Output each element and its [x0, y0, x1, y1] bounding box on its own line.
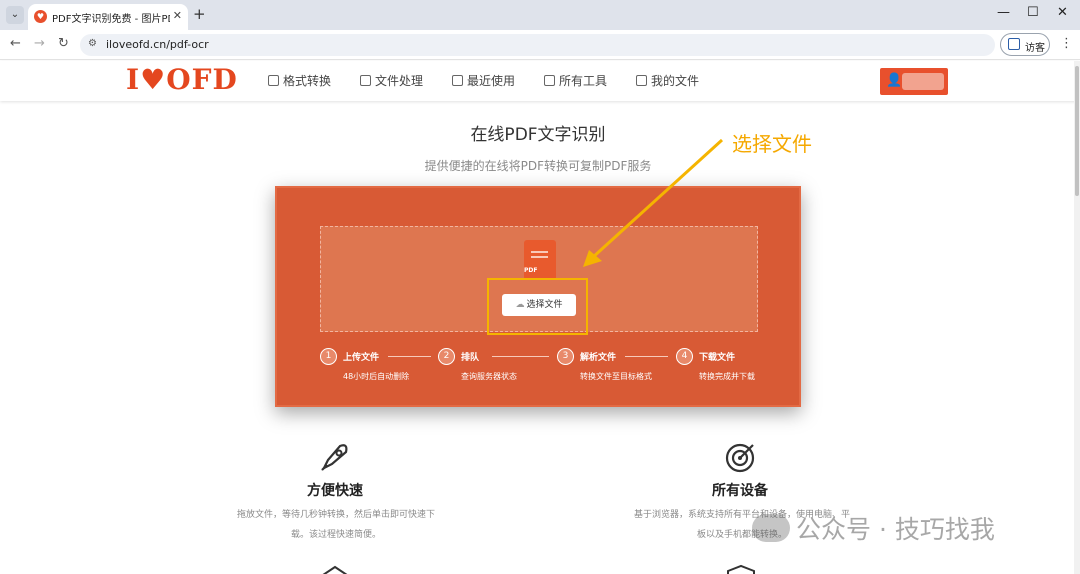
- target-icon: [724, 440, 758, 482]
- file-process-icon: [360, 75, 371, 86]
- site-logo[interactable]: I♥OFD: [126, 63, 238, 96]
- annotation-label: 选择文件: [732, 132, 812, 156]
- close-window-icon[interactable]: ✕: [1057, 5, 1068, 20]
- browser-tab[interactable]: ♥ PDF文字识别免费 - 图片PDF转 ✕: [28, 4, 188, 30]
- format-convert-icon: [268, 75, 279, 86]
- url-text[interactable]: iloveofd.cn/pdf-ocr: [106, 38, 209, 51]
- recent-icon: [452, 75, 463, 86]
- annotation-highlight-box: [487, 278, 588, 335]
- feature-icon-partial-left: [318, 562, 352, 574]
- step-parse: 3 解析文件 转换文件至目标格式: [557, 348, 677, 388]
- watermark: 公众号 · 技巧找我: [752, 510, 995, 546]
- rocket-icon: [318, 440, 352, 482]
- tab-title: PDF文字识别免费 - 图片PDF转: [52, 14, 170, 25]
- all-tools-icon: [544, 75, 555, 86]
- reload-icon[interactable]: ↻: [58, 36, 69, 51]
- address-bar[interactable]: ⚙ iloveofd.cn/pdf-ocr: [80, 34, 995, 56]
- feature-title-fast: 方便快速: [307, 483, 363, 499]
- nav-all-tools[interactable]: 所有工具: [544, 72, 607, 89]
- user-account-button[interactable]: 👤: [880, 68, 948, 95]
- nav-file-process[interactable]: 文件处理: [360, 72, 423, 89]
- browser-toolbar: ← → ↻ ⚙ iloveofd.cn/pdf-ocr 访客 ⋮: [0, 30, 1080, 60]
- minimize-icon[interactable]: —: [997, 5, 1010, 20]
- pdf-file-icon: PDF: [524, 240, 556, 280]
- shield-icon: [724, 562, 758, 574]
- nav-my-files[interactable]: 我的文件: [636, 72, 699, 89]
- user-icon: 👤: [886, 73, 903, 88]
- browser-tab-strip: ⌄ ♥ PDF文字识别免费 - 图片PDF转 ✕ + — ☐ ✕: [0, 0, 1080, 30]
- tab-search-icon[interactable]: ⌄: [6, 6, 24, 24]
- step-queue: 2 排队 查询服务器状态: [438, 348, 558, 388]
- my-files-icon: [636, 75, 647, 86]
- nav-format-convert[interactable]: 格式转换: [268, 72, 331, 89]
- feature-title-devices: 所有设备: [712, 483, 768, 499]
- page-title: 在线PDF文字识别: [470, 125, 606, 145]
- back-icon[interactable]: ←: [10, 36, 21, 51]
- page-subtitle: 提供便捷的在线将PDF转换可复制PDF服务: [424, 159, 652, 173]
- scrollbar-thumb[interactable]: [1075, 66, 1079, 196]
- menu-icon[interactable]: ⋮: [1060, 36, 1073, 51]
- guest-label: 访客: [1025, 43, 1045, 54]
- step-download: 4 下载文件 转换完成并下载: [676, 348, 796, 388]
- guest-profile-button[interactable]: 访客: [1000, 33, 1050, 56]
- profile-icon: [1008, 38, 1020, 50]
- forward-icon[interactable]: →: [34, 36, 45, 51]
- step-upload: 1 上传文件 48小时后自动删除: [320, 348, 440, 388]
- feature-desc-fast: 拖放文件，等待几秒钟转换，然后单击即可快速下 载。该过程快速简便。: [236, 510, 435, 540]
- nav-recent[interactable]: 最近使用: [452, 72, 515, 89]
- blurred-username: [902, 73, 944, 90]
- site-favicon-icon: ♥: [34, 10, 47, 23]
- close-tab-icon[interactable]: ✕: [173, 9, 182, 22]
- site-header: I♥OFD 格式转换 文件处理 最近使用 所有工具 我的文件 👤: [0, 61, 1080, 101]
- wechat-icon: [752, 514, 790, 542]
- maximize-icon[interactable]: ☐: [1027, 5, 1039, 20]
- new-tab-button[interactable]: +: [193, 5, 206, 23]
- site-info-icon[interactable]: ⚙: [88, 38, 97, 49]
